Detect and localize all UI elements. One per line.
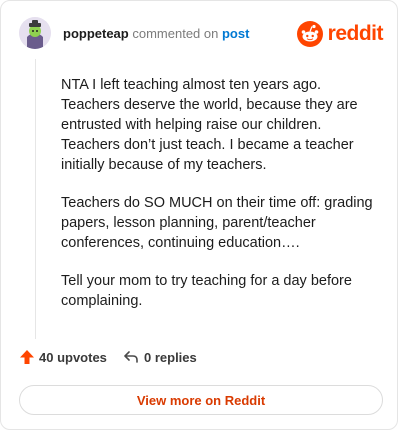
username[interactable]: poppeteap — [63, 26, 129, 41]
comment-body: NTA I left teaching almost ten years ago… — [61, 75, 381, 329]
user-avatar[interactable] — [19, 17, 51, 49]
reddit-comment-card: poppeteap commented on post reddit NTA I… — [0, 0, 398, 430]
replies-count: 0 replies — [144, 349, 197, 365]
view-more-label: View more on Reddit — [136, 392, 266, 408]
view-more-on-reddit-button[interactable]: View more on Reddit — [19, 385, 383, 415]
comment-paragraph: Teachers do SO MUCH on their time off: g… — [61, 195, 373, 251]
commented-on-text: commented on — [132, 26, 219, 41]
avatar-icon — [19, 17, 51, 49]
reddit-snoo-icon — [296, 21, 323, 47]
upvotes-button[interactable]: 40 upvotes — [19, 349, 107, 365]
thread-line — [35, 59, 36, 339]
replies-button[interactable]: 0 replies — [123, 349, 197, 365]
post-link[interactable]: post — [222, 26, 249, 41]
comment-paragraph: NTA I left teaching almost ten years ago… — [61, 77, 358, 173]
comment-paragraph: Tell your mom to try teaching for a day … — [61, 273, 352, 309]
comment-meta: poppeteap commented on post — [63, 26, 249, 42]
upvotes-count: 40 upvotes — [39, 349, 107, 365]
reddit-logo[interactable]: reddit — [296, 19, 384, 49]
comment-header: poppeteap commented on post reddit — [19, 17, 384, 51]
upvote-arrow-icon — [20, 350, 34, 364]
reddit-wordmark: reddit — [327, 22, 384, 45]
reply-arrow-icon — [124, 351, 138, 363]
